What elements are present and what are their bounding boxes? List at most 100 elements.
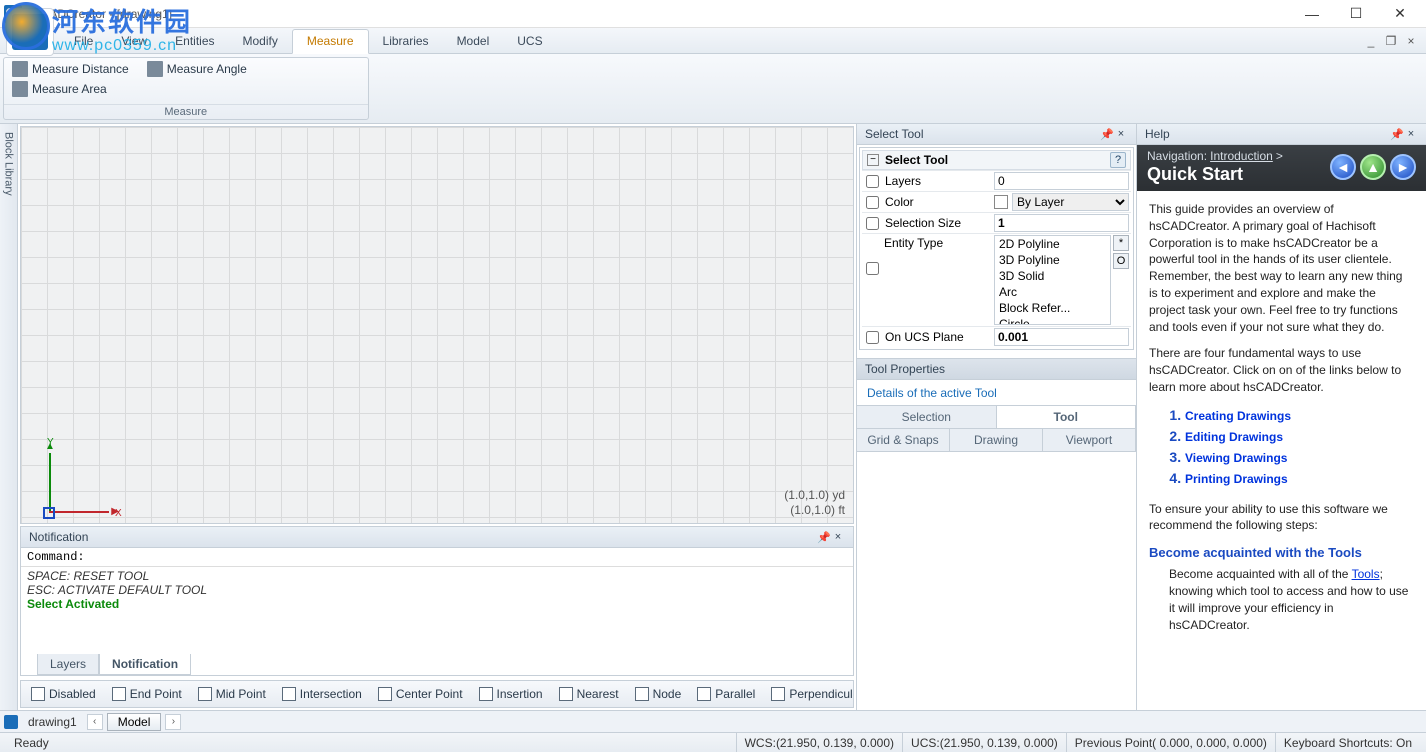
help-back-button[interactable]: ◄ [1330, 154, 1356, 180]
help-close-button[interactable]: × [1404, 128, 1418, 140]
help-panel-header: Help 📌 × [1137, 124, 1426, 145]
status-shortcuts[interactable]: Keyboard Shortcuts: On [1275, 733, 1420, 752]
measure-angle-button[interactable]: Measure Angle [143, 60, 251, 78]
section-collapse-button[interactable]: − [867, 154, 879, 166]
notification-close-button[interactable]: × [831, 531, 845, 543]
menu-measure[interactable]: Measure [292, 29, 369, 54]
snap-center-button[interactable]: Center Point [372, 685, 469, 703]
help-nav-bar: Navigation: Introduction > Quick Start ◄… [1137, 145, 1426, 191]
ucs-plane-input[interactable] [994, 328, 1129, 346]
close-button[interactable]: ✕ [1378, 0, 1422, 28]
section-title: Select Tool [885, 153, 1110, 167]
minimize-button[interactable]: — [1290, 0, 1334, 28]
model-view-button[interactable]: Model [107, 713, 162, 731]
help-link-creating[interactable]: Creating Drawings [1185, 409, 1291, 423]
color-select[interactable]: By Layer [1012, 193, 1129, 211]
tab-notification[interactable]: Notification [99, 654, 191, 675]
snap-node-button[interactable]: Node [629, 685, 688, 703]
measure-distance-button[interactable]: Measure Distance [8, 60, 133, 78]
center-icon [378, 687, 392, 701]
angle-icon [147, 61, 163, 77]
help-link-viewing[interactable]: Viewing Drawings [1185, 451, 1287, 465]
snap-nearest-button[interactable]: Nearest [553, 685, 625, 703]
tool-properties-details-link[interactable]: Details of the active Tool [857, 380, 1136, 406]
menu-libraries[interactable]: Libraries [369, 28, 443, 53]
help-breadcrumb-link[interactable]: Introduction [1210, 149, 1273, 163]
select-tool-panel: − Select Tool ? Layers Color By Layer Se… [859, 147, 1134, 350]
status-previous-point: Previous Point( 0.000, 0.000, 0.000) [1066, 733, 1275, 752]
mdi-minimize-button[interactable]: _ [1362, 33, 1380, 49]
snap-endpoint-button[interactable]: End Point [106, 685, 188, 703]
insertion-icon [479, 687, 493, 701]
help-forward-button[interactable]: ► [1390, 154, 1416, 180]
selection-size-checkbox[interactable] [866, 217, 879, 230]
menu-bar: File View Entities Modify Measure Librar… [0, 28, 1426, 54]
tab-grid-snaps[interactable]: Grid & Snaps [856, 428, 950, 452]
selection-size-input[interactable] [994, 214, 1129, 232]
entity-type-checkbox[interactable] [866, 262, 879, 275]
ucs-plane-checkbox[interactable] [866, 331, 879, 344]
notification-title: Notification [29, 530, 88, 544]
snap-disabled-button[interactable]: Disabled [25, 685, 102, 703]
tab-drawing[interactable]: Drawing [949, 428, 1043, 452]
tool-properties-header: Tool Properties [857, 358, 1136, 380]
select-tool-panel-header: Select Tool 📌 × [857, 124, 1136, 145]
snap-insertion-button[interactable]: Insertion [473, 685, 549, 703]
ruler-icon [12, 61, 28, 77]
help-up-button[interactable]: ▲ [1360, 154, 1386, 180]
ribbon: Measure Distance Measure Angle Measure A… [0, 54, 1426, 124]
mdi-close-button[interactable]: × [1402, 33, 1420, 49]
document-tab-bar: drawing1 ‹ Model › [0, 710, 1426, 732]
midpoint-icon [198, 687, 212, 701]
layers-checkbox[interactable] [866, 175, 879, 188]
section-help-button[interactable]: ? [1110, 152, 1126, 168]
ribbon-group-measure: Measure Distance Measure Angle Measure A… [3, 57, 369, 120]
notification-log: SPACE: RESET TOOL ESC: ACTIVATE DEFAULT … [21, 567, 853, 654]
snap-perpendicular-button[interactable]: Perpendicular [765, 685, 854, 703]
tab-selection[interactable]: Selection [856, 405, 997, 429]
notification-pin-button[interactable]: 📌 [817, 531, 831, 544]
help-tools-link[interactable]: Tools [1352, 567, 1380, 581]
menu-view[interactable]: View [107, 28, 161, 53]
help-subheading: Become acquainted with the Tools [1149, 544, 1414, 562]
command-input[interactable]: Command: [21, 548, 853, 567]
title-bar: hsCADCreator - [drawing1] — ☐ ✕ [0, 0, 1426, 28]
select-tool-close-button[interactable]: × [1114, 128, 1128, 140]
block-library-tab[interactable]: Block Library [0, 124, 18, 710]
area-icon [12, 81, 28, 97]
snap-midpoint-button[interactable]: Mid Point [192, 685, 272, 703]
menu-entities[interactable]: Entities [161, 28, 228, 53]
app-logo[interactable] [6, 8, 54, 56]
status-ready: Ready [6, 733, 57, 752]
help-page-title: Quick Start [1147, 164, 1326, 185]
menu-ucs[interactable]: UCS [503, 28, 556, 53]
entity-type-list[interactable]: 2D Polyline 3D Polyline 3D Solid Arc Blo… [994, 235, 1111, 325]
select-tool-pin-button[interactable]: 📌 [1100, 128, 1114, 141]
help-link-printing[interactable]: Printing Drawings [1185, 472, 1288, 486]
menu-modify[interactable]: Modify [229, 28, 292, 53]
nearest-icon [559, 687, 573, 701]
disabled-icon [31, 687, 45, 701]
help-content: This guide provides an overview of hsCAD… [1137, 191, 1426, 710]
menu-file[interactable]: File [60, 28, 107, 53]
entity-none-button[interactable]: O [1113, 253, 1129, 269]
tab-tool[interactable]: Tool [996, 405, 1137, 429]
mdi-restore-button[interactable]: ❐ [1382, 33, 1400, 49]
entity-all-button[interactable]: * [1113, 235, 1129, 251]
snap-intersection-button[interactable]: Intersection [276, 685, 368, 703]
tab-layers[interactable]: Layers [37, 654, 99, 675]
layers-input[interactable] [994, 172, 1129, 190]
measure-area-button[interactable]: Measure Area [8, 80, 364, 98]
doc-tab-next-button[interactable]: › [165, 714, 181, 730]
help-pin-button[interactable]: 📌 [1390, 128, 1404, 141]
maximize-button[interactable]: ☐ [1334, 0, 1378, 28]
snap-parallel-button[interactable]: Parallel [691, 685, 761, 703]
doc-tab-drawing1[interactable]: drawing1 [22, 715, 83, 729]
help-link-editing[interactable]: Editing Drawings [1185, 430, 1283, 444]
color-checkbox[interactable] [866, 196, 879, 209]
tab-viewport[interactable]: Viewport [1042, 428, 1136, 452]
doc-icon [4, 715, 18, 729]
doc-tab-prev-button[interactable]: ‹ [87, 714, 103, 730]
menu-model[interactable]: Model [443, 28, 504, 53]
drawing-canvas[interactable]: Y X (1.0,1.0) yd (1.0,1.0) ft [20, 126, 854, 524]
